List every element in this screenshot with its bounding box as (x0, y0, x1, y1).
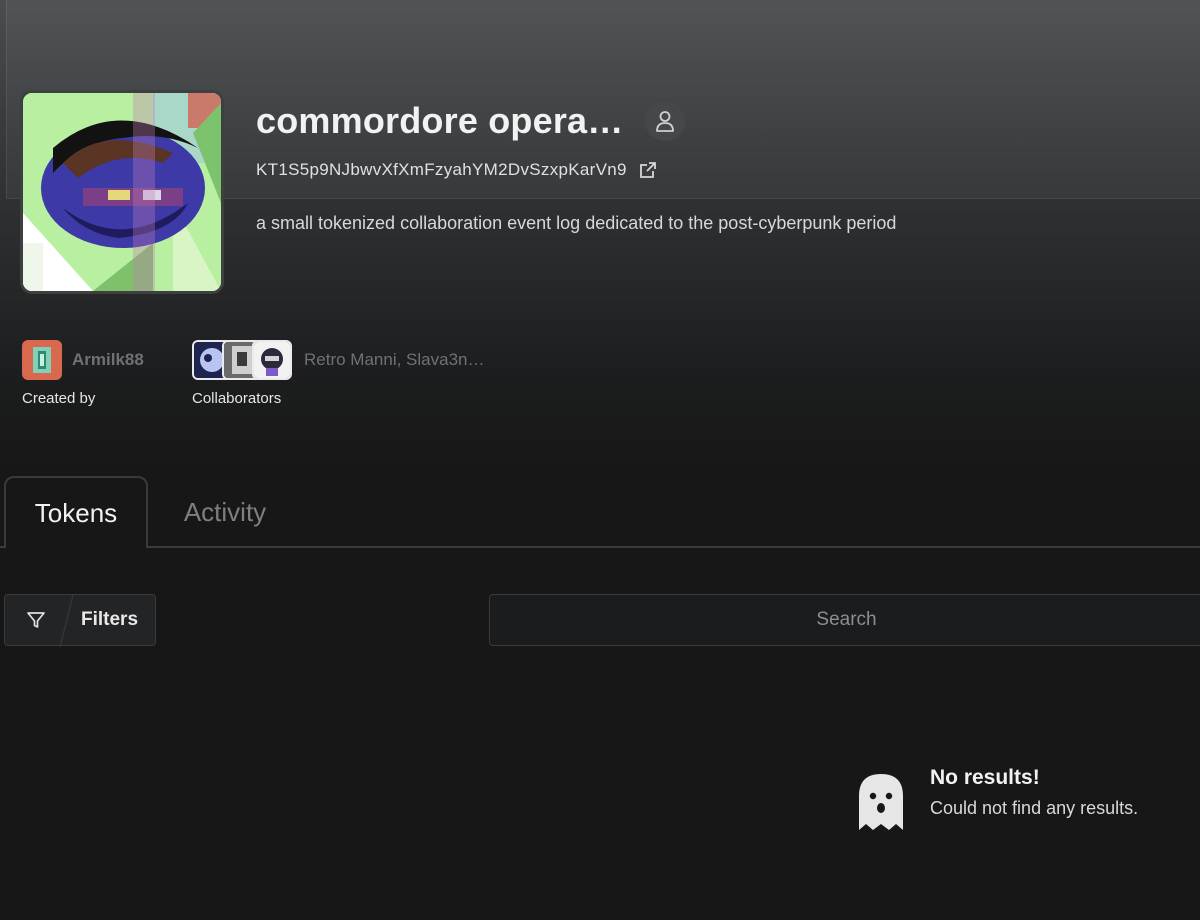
empty-title: No results! (930, 766, 1040, 789)
creator-avatar[interactable] (22, 340, 62, 380)
empty-message: Could not find any results. (930, 798, 1139, 818)
tab-tokens[interactable]: Tokens (4, 476, 148, 548)
search-input[interactable] (490, 595, 1200, 645)
user-icon (656, 111, 675, 132)
creator-name[interactable]: Armilk88 (72, 350, 144, 370)
external-link-icon[interactable] (639, 161, 657, 179)
empty-state: No results! Could not find any results. (856, 766, 1138, 832)
filters-button[interactable]: Filters (4, 594, 156, 646)
ghost-icon (859, 774, 903, 830)
avatar[interactable] (252, 340, 292, 380)
search-box[interactable] (489, 594, 1200, 646)
collection-title: commordore opera… (256, 100, 624, 141)
funnel-icon (5, 595, 67, 645)
filters-label: Filters (81, 609, 139, 630)
collection-thumbnail (20, 90, 224, 294)
creator-block: Armilk88 Created by (22, 340, 144, 407)
profile-button[interactable] (645, 101, 686, 141)
collaborator-names[interactable]: Retro Manni, Slava3n… (304, 350, 484, 370)
contract-address[interactable]: KT1S5p9NJbwvXfXmFzyahYM2DvSzxpKarVn9 (256, 160, 627, 180)
collaborators-label: Collaborators (192, 390, 282, 407)
collaborator-avatars[interactable] (192, 340, 292, 380)
tab-activity[interactable]: Activity (150, 476, 300, 548)
created-by-label: Created by (22, 390, 96, 407)
collection-description: a small tokenized collaboration event lo… (256, 213, 897, 233)
collaborators-block: Retro Manni, Slava3n… Collaborators (192, 340, 484, 407)
